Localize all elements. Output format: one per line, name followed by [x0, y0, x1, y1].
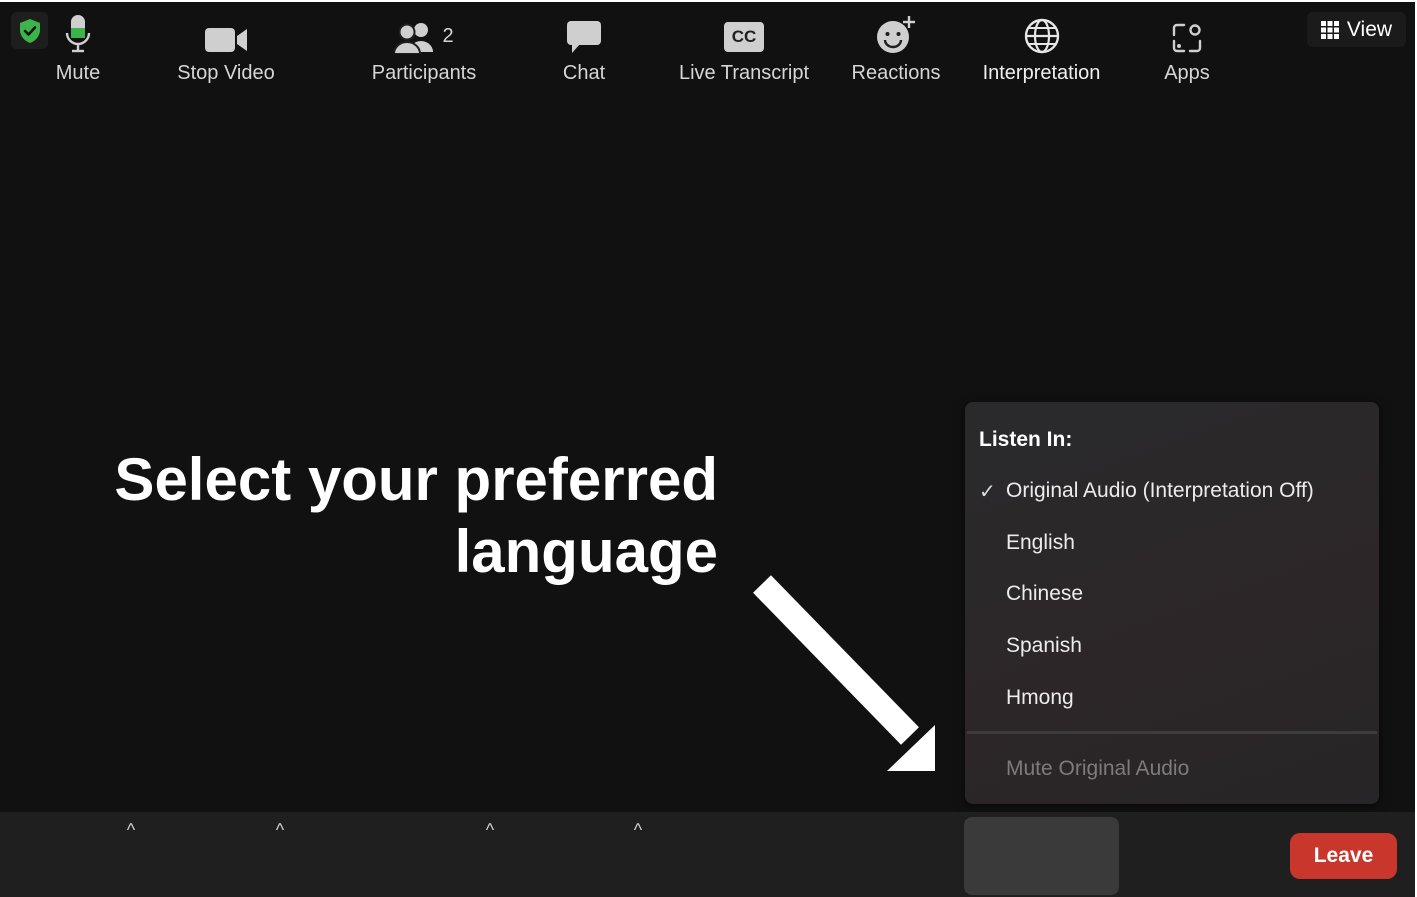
participants-button[interactable]: 2 Participants: [364, 0, 484, 85]
cc-icon: CC: [724, 22, 764, 52]
stop-video-label: Stop Video: [177, 62, 275, 84]
mute-button[interactable]: Mute: [38, 0, 118, 85]
chat-bubble-icon: [567, 21, 601, 53]
interpretation-button[interactable]: Interpretation: [964, 0, 1119, 85]
participants-label: Participants: [371, 62, 477, 84]
menu-item-label: Mute Original Audio: [1006, 757, 1190, 780]
apps-button[interactable]: Apps: [1147, 0, 1227, 85]
reactions-label: Reactions: [851, 62, 941, 84]
instruction-line-2: language: [454, 518, 718, 585]
mute-label: Mute: [55, 62, 101, 84]
menu-item-label: Hmong: [1006, 686, 1074, 709]
view-label: View: [1346, 17, 1393, 41]
interpretation-menu: Listen In: ✓ Original Audio (Interpretat…: [965, 402, 1379, 804]
reactions-button[interactable]: Reactions: [846, 0, 946, 85]
apps-icon: [1172, 23, 1202, 53]
meeting-toolbar: [0, 812, 1415, 897]
chat-button[interactable]: Chat: [548, 0, 620, 85]
menu-item-chinese[interactable]: Chinese: [965, 572, 1379, 616]
reaction-icon: [877, 16, 915, 53]
apps-label: Apps: [1164, 62, 1210, 84]
cc-badge-text: CC: [731, 27, 757, 46]
participants-count: 2: [442, 25, 454, 47]
menu-item-label: Original Audio (Interpretation Off): [1006, 479, 1314, 502]
menu-divider: [967, 731, 1377, 734]
video-camera-icon: [205, 28, 247, 52]
interpretation-label: Interpretation: [982, 62, 1101, 84]
instruction-overlay: Select your preferred language: [100, 444, 718, 588]
instruction-line-1: Select your preferred: [114, 446, 718, 513]
stop-video-button[interactable]: Stop Video: [166, 0, 286, 85]
menu-item-spanish[interactable]: Spanish: [965, 624, 1379, 668]
chat-options-caret[interactable]: ^: [628, 820, 648, 841]
checkmark-icon: ✓: [979, 480, 996, 503]
mute-original-audio-item: Mute Original Audio: [965, 747, 1379, 791]
menu-item-original-audio[interactable]: ✓ Original Audio (Interpretation Off): [965, 469, 1379, 513]
audio-options-caret[interactable]: ^: [121, 820, 141, 841]
view-button[interactable]: View: [1307, 12, 1406, 47]
chat-label: Chat: [562, 62, 606, 84]
microphone-icon: [65, 15, 91, 53]
menu-item-label: Spanish: [1006, 634, 1082, 657]
grid-icon: [1320, 20, 1339, 39]
globe-icon: [1024, 18, 1059, 54]
leave-button[interactable]: Leave: [1290, 833, 1397, 879]
listen-in-heading: Listen In:: [979, 428, 1073, 451]
menu-item-label: Chinese: [1006, 582, 1084, 605]
menu-item-label: English: [1006, 531, 1075, 554]
menu-item-english[interactable]: English: [965, 521, 1379, 565]
live-transcript-label: Live Transcript: [678, 62, 810, 84]
video-options-caret[interactable]: ^: [270, 820, 290, 841]
interpretation-active-highlight: [964, 817, 1119, 895]
participants-options-caret[interactable]: ^: [480, 820, 500, 841]
menu-item-hmong[interactable]: Hmong: [965, 676, 1379, 720]
arrow-icon: [753, 575, 935, 771]
participants-icon: [394, 23, 434, 54]
live-transcript-button[interactable]: CC Live Transcript: [672, 0, 816, 85]
